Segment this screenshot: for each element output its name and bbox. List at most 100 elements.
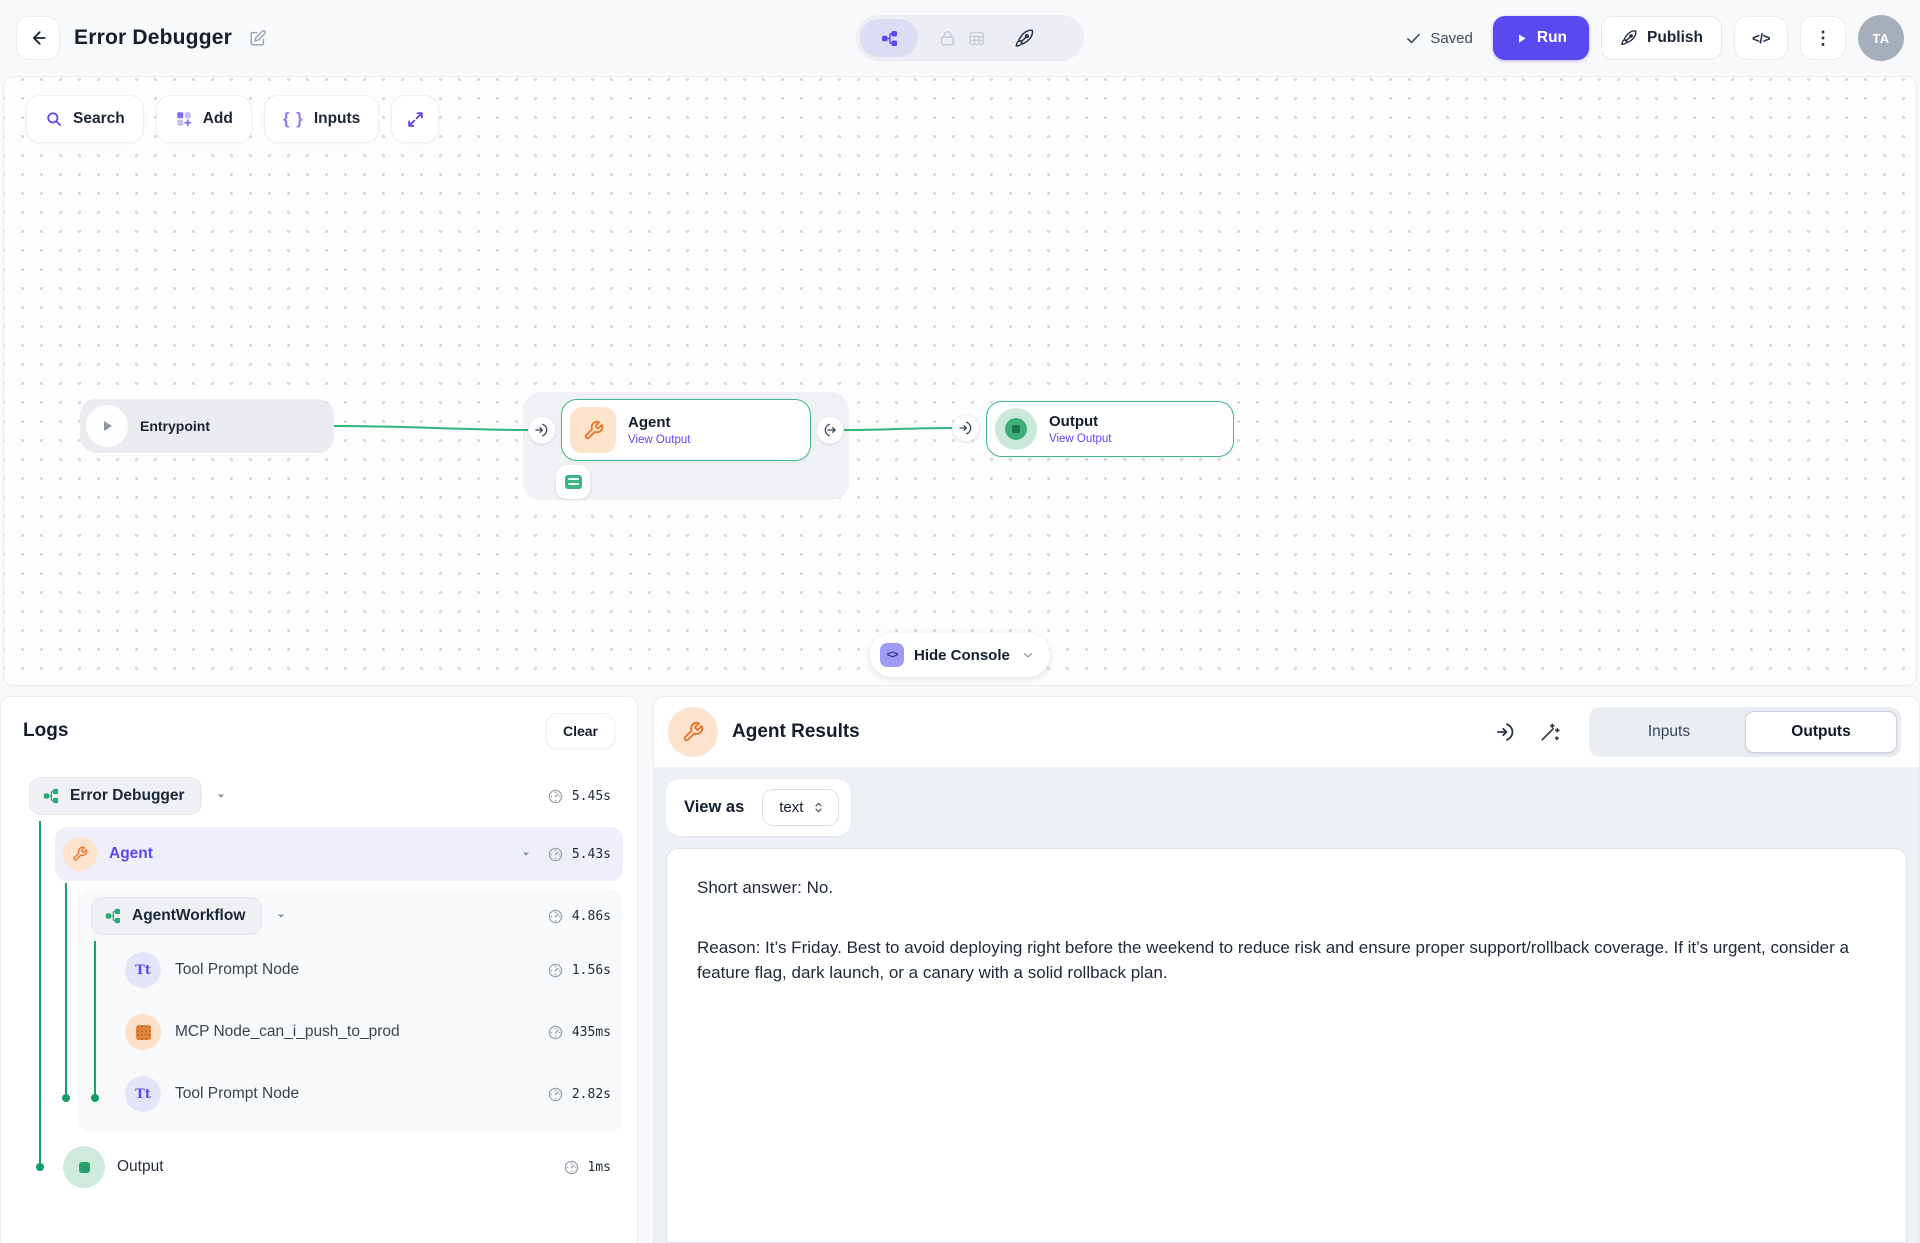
tree-connector-dot [62, 1094, 70, 1102]
output-content-card[interactable]: Short answer: No. Reason: It’s Friday. B… [666, 848, 1907, 1243]
tree-connector-line [39, 821, 41, 1167]
clear-logs-button[interactable]: Clear [546, 713, 615, 749]
log-row-duration: 1ms [588, 1160, 611, 1175]
lock-icon[interactable] [938, 29, 957, 48]
chevron-down-icon[interactable] [274, 909, 288, 923]
results-body: View as text Short answer: No. Reason: I… [654, 767, 1919, 1243]
view-as-select[interactable]: text [762, 789, 839, 826]
log-row-agent[interactable]: Agent 5.43s [55, 827, 623, 881]
tree-connector-line [65, 883, 67, 1098]
tab-outputs[interactable]: Outputs [1745, 711, 1897, 753]
timer-icon [547, 1024, 564, 1041]
inputs-button[interactable]: { } Inputs [264, 95, 379, 143]
more-options-button[interactable]: ⋮ [1800, 16, 1846, 60]
fit-view-button[interactable] [391, 95, 439, 143]
app-root: Error Debugger Saved Run Publish [0, 0, 1920, 1243]
mcp-chip-icon [565, 475, 582, 489]
inputs-button-label: Inputs [314, 110, 361, 128]
agent-output-port[interactable] [816, 416, 844, 444]
workflow-icon [880, 29, 899, 48]
agent-view-output-link[interactable]: View Output [628, 434, 690, 446]
updown-chevrons-icon [811, 800, 826, 815]
agentworkflow-chip[interactable]: AgentWorkflow [91, 897, 262, 935]
publish-button[interactable]: Publish [1601, 16, 1722, 60]
entrypoint-node[interactable]: Entrypoint [80, 399, 334, 453]
tab-workflow-view[interactable] [860, 19, 918, 57]
table-view-icon[interactable] [967, 29, 986, 48]
expand-icon [406, 110, 425, 129]
wrench-icon [72, 846, 88, 862]
log-row-label: AgentWorkflow [132, 907, 245, 925]
log-row-tool-prompt-2[interactable]: Tt Tool Prompt Node 2.82s [77, 1063, 623, 1125]
add-node-button[interactable]: Add [156, 95, 252, 143]
hide-console-button[interactable]: <> Hide Console [870, 633, 1050, 677]
chevron-down-icon[interactable] [519, 847, 533, 861]
chevron-down-icon[interactable] [214, 789, 228, 803]
add-button-label: Add [203, 110, 233, 128]
log-row-output[interactable]: Output 1ms [29, 1139, 623, 1195]
view-mode-switcher [856, 15, 1084, 61]
arrow-out-icon [822, 422, 838, 438]
wrench-icon [583, 420, 604, 441]
output-text-line: Short answer: No. [697, 875, 1876, 901]
open-in-panel-button[interactable] [1495, 721, 1517, 743]
output-view-output-link[interactable]: View Output [1049, 433, 1111, 445]
view-as-card: View as text [666, 779, 851, 836]
tt-glyph: Tt [135, 963, 151, 978]
timer-icon [563, 1159, 580, 1176]
wrench-icon [682, 721, 704, 743]
arrow-in-icon [534, 422, 550, 438]
log-row-label: Tool Prompt Node [175, 1085, 299, 1103]
log-row-duration: 2.82s [572, 1087, 611, 1102]
output-node-icon [995, 408, 1037, 450]
log-row-tool-prompt-1[interactable]: Tt Tool Prompt Node 1.56s [77, 939, 623, 1001]
log-row-label: Error Debugger [70, 787, 185, 805]
add-grid-icon [175, 110, 193, 128]
log-row-duration: 5.45s [572, 789, 611, 804]
search-button-label: Search [73, 110, 125, 128]
results-title: Agent Results [732, 721, 860, 743]
publish-button-label: Publish [1647, 29, 1703, 47]
agent-node[interactable]: Agent View Output [561, 399, 811, 461]
run-button[interactable]: Run [1493, 16, 1589, 60]
results-header-icons: Inputs Outputs [1495, 707, 1901, 757]
back-button[interactable] [16, 16, 60, 60]
logs-panel: Logs Clear Error Debugger 5.45s [0, 696, 638, 1243]
edit-title-icon[interactable] [248, 29, 267, 48]
check-icon [1405, 30, 1422, 47]
console-icon: <> [880, 643, 904, 667]
log-row-workflow[interactable]: Error Debugger 5.45s [29, 773, 623, 819]
run-button-label: Run [1537, 29, 1567, 47]
braces-icon: { } [283, 109, 304, 129]
timer-icon [547, 1086, 564, 1103]
tab-inputs[interactable]: Inputs [1593, 711, 1745, 753]
agent-mcp-badge[interactable] [556, 465, 590, 499]
magic-wand-button[interactable] [1539, 721, 1561, 743]
log-row-duration: 1.56s [572, 963, 611, 978]
code-view-button[interactable]: </> [1734, 16, 1788, 60]
save-status: Saved [1405, 30, 1473, 47]
user-avatar[interactable]: TA [1858, 15, 1904, 61]
agent-node-icon [570, 407, 616, 453]
log-row-mcp-node[interactable]: MCP Node_can_i_push_to_prod 435ms [77, 1001, 623, 1063]
view-as-value: text [779, 799, 803, 816]
view-as-label: View as [684, 798, 744, 817]
log-row-duration: 435ms [572, 1025, 611, 1040]
deploy-rocket-icon[interactable] [1014, 28, 1035, 49]
workflow-canvas[interactable]: Search Add { } Inputs Entrypoint [3, 76, 1917, 686]
output-input-port[interactable] [952, 414, 980, 442]
rocket-icon [1620, 29, 1638, 47]
timer-icon [547, 962, 564, 979]
hide-console-label: Hide Console [914, 647, 1010, 664]
chevron-down-icon [1020, 647, 1036, 663]
output-text-paragraph: Reason: It’s Friday. Best to avoid deplo… [697, 935, 1876, 986]
agent-input-port[interactable] [528, 416, 556, 444]
workflow-chip[interactable]: Error Debugger [29, 777, 202, 815]
log-row-agentworkflow[interactable]: AgentWorkflow 4.86s [91, 893, 623, 939]
search-button[interactable]: Search [26, 95, 144, 143]
workflow-icon [42, 787, 60, 805]
output-node-body: Output View Output [1049, 413, 1111, 445]
output-node-title: Output [1049, 413, 1111, 430]
output-node[interactable]: Output View Output [986, 401, 1234, 457]
arrow-in-icon [958, 420, 974, 436]
